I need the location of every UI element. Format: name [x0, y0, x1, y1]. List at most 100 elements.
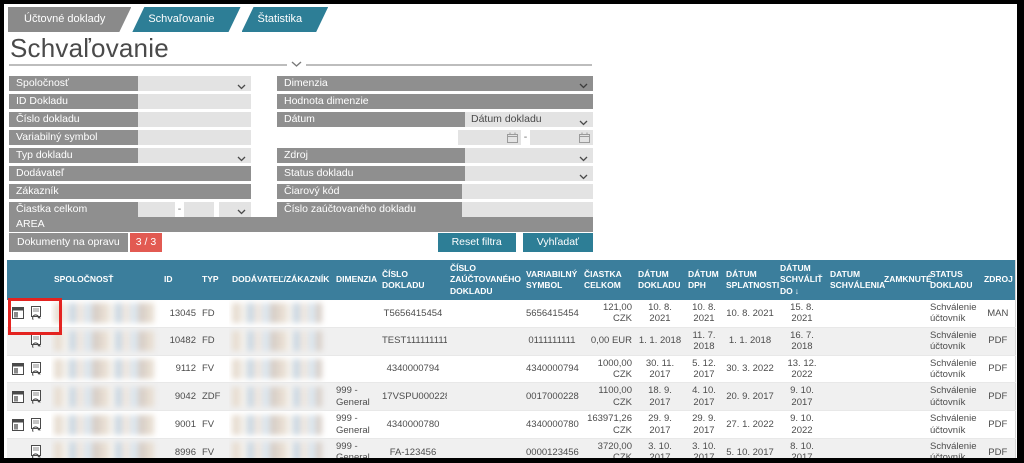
column-header-dimenzia[interactable]: DIMENZIA [333, 260, 379, 300]
cell-datum_schvalit_do: 15. 8. 2021 [777, 300, 827, 327]
company-redacted [54, 415, 154, 435]
cell-cislo_zauctovaneho_dokladu [447, 300, 523, 327]
cell-company [51, 411, 161, 439]
cell-datum_splatnosti: 20. 9. 2017 [723, 383, 777, 411]
column-header-typ[interactable]: TYP [199, 260, 229, 300]
cell-zamknute [881, 411, 927, 439]
typ-dokladu-select[interactable] [138, 148, 251, 163]
column-header-status_dokladu[interactable]: STATUS DOKLADU [927, 260, 981, 300]
calendar-icon[interactable] [507, 132, 518, 146]
cislo-zauctovaneho-input[interactable] [462, 202, 593, 217]
table-row[interactable]: 10482FDTEST11111111101111111110,00 EUR1.… [7, 327, 1015, 355]
reset-filtra-button[interactable]: Reset filtra [438, 233, 516, 252]
hodnota-dimenzie-bar[interactable]: Hodnota dimenzie [277, 94, 593, 109]
row-actions-cell [7, 438, 51, 463]
cell-company [51, 355, 161, 383]
ciastka-od-input[interactable] [138, 202, 175, 217]
row-actions-cell [7, 300, 51, 327]
variabilny-symbol-input[interactable] [138, 130, 251, 145]
ciarovy-kod-input[interactable] [462, 184, 593, 199]
column-header-id[interactable]: ID [161, 260, 199, 300]
form-icon[interactable] [11, 306, 25, 320]
column-header-datum_dokladu[interactable]: DÁTUM DOKLADU [635, 260, 685, 300]
ciastka-mena-select[interactable] [219, 202, 251, 217]
cell-dimenzia [333, 327, 379, 355]
dokumenty-na-opravu-button[interactable]: Dokumenty na opravu [9, 233, 128, 252]
form-icon[interactable] [11, 418, 25, 432]
chevron-down-icon [237, 152, 246, 163]
datum-typ-select[interactable]: Dátum dokladu [465, 112, 593, 127]
column-header-datum_dph[interactable]: DÁTUM DPH [685, 260, 723, 300]
column-label: ZAMKNUTÉ [884, 274, 932, 284]
status-dokladu-select[interactable] [465, 166, 593, 181]
cell-typ: FV [199, 411, 229, 439]
cell-datum_schvalenia [827, 411, 881, 439]
sort-descending-icon: ↓ [795, 286, 799, 296]
refresh-icon[interactable] [29, 306, 43, 320]
zakaznik-bar[interactable]: Zákazník [9, 184, 251, 199]
id-dokladu-input[interactable] [138, 94, 251, 109]
column-header-datum_schvalenia[interactable]: DATUM SCHVÁLENIA [827, 260, 881, 300]
table-row[interactable]: 9042ZDF999 - General17VSPU00022800170002… [7, 383, 1015, 411]
cell-datum_schvalit_do: 9. 10. 2017 [777, 383, 827, 411]
column-header-company[interactable]: SPOLOČNOSŤ [51, 260, 161, 300]
ciastka-do-input[interactable] [184, 202, 214, 217]
documents-table-wrap: SPOLOČNOSŤ IDTYPDODÁVATEĽ/ZÁKAZNÍKDIMENZI… [7, 260, 1015, 463]
cell-supplier [229, 411, 333, 439]
filter-column-right: Dimenzia Hodnota dimenzie Dátum Dátum do… [277, 76, 593, 220]
area-bar[interactable]: AREA [9, 217, 593, 232]
column-label: DÁTUM SCHVÁLIŤ DO [780, 263, 823, 295]
refresh-icon[interactable] [29, 445, 43, 459]
filter-label: Zdroj [277, 148, 465, 163]
supplier-redacted [232, 415, 322, 435]
tab-uctovne-doklady[interactable]: Účtovné doklady [8, 7, 131, 32]
filter-label: Dátum [277, 112, 465, 127]
chevron-down-icon [237, 80, 246, 91]
datum-do-input[interactable] [530, 130, 593, 145]
dodavatel-bar[interactable]: Dodávateľ [9, 166, 251, 181]
cell-supplier [229, 438, 333, 463]
column-header-supplier[interactable]: DODÁVATEĽ/ZÁKAZNÍK [229, 260, 333, 300]
filter-collapse-toggle[interactable] [287, 58, 306, 70]
table-row[interactable]: 9001FV999 - General434000078043400007801… [7, 411, 1015, 439]
refresh-icon[interactable] [29, 362, 43, 376]
column-label: SPOLOČNOSŤ [54, 274, 114, 284]
zdroj-select[interactable] [465, 148, 593, 163]
column-header-icons[interactable] [7, 260, 51, 300]
table-row[interactable]: 13045FDT56564154545656415454121,00 CZK10… [7, 300, 1015, 327]
vyhladat-button[interactable]: Vyhľadať [523, 233, 593, 252]
column-header-datum_splatnosti[interactable]: DÁTUM SPLATNOSTI [723, 260, 777, 300]
table-row[interactable]: 8996FV999 - GeneralFA-123456000012345637… [7, 438, 1015, 463]
column-header-zamknute[interactable]: ZAMKNUTÉ [881, 260, 927, 300]
cell-variabilny_symbol: 4340000794 [523, 355, 581, 383]
calendar-icon[interactable] [579, 132, 590, 146]
column-header-datum_schvalit_do[interactable]: DÁTUM SCHVÁLIŤ DO↓ [777, 260, 827, 300]
form-icon[interactable] [11, 362, 25, 376]
tab-schvalovanie[interactable]: Schvaľovanie [132, 7, 240, 32]
cell-zdroj: PDF [981, 327, 1015, 355]
tab-statistika[interactable]: Štatistika [242, 7, 329, 32]
datum-od-input[interactable] [458, 130, 521, 145]
dimenzia-select[interactable]: Dimenzia [277, 76, 593, 91]
form-icon[interactable] [11, 390, 25, 404]
chevron-down-icon [579, 170, 588, 181]
cell-datum_schvalit_do: 8. 10. 2017 [777, 438, 827, 463]
refresh-icon[interactable] [29, 334, 43, 348]
filter-panel: Spoločnosť ID Dokladu Číslo dokladu Vari… [9, 76, 593, 232]
chevron-down-icon [291, 61, 302, 68]
column-header-variabilny_symbol[interactable]: VARIABILNÝ SYMBOL [523, 260, 581, 300]
spolocnost-select[interactable] [138, 76, 251, 91]
chevron-down-icon [579, 152, 588, 163]
column-header-ciastka_celkom[interactable]: ČIASTKA CELKOM [581, 260, 635, 300]
column-header-zdroj[interactable]: ZDROJ [981, 260, 1015, 300]
cislo-dokladu-input[interactable] [138, 112, 251, 127]
refresh-icon[interactable] [29, 390, 43, 404]
cell-typ: FV [199, 438, 229, 463]
refresh-icon[interactable] [29, 418, 43, 432]
cell-company [51, 327, 161, 355]
range-separator: - [521, 130, 530, 145]
tab-bar: Účtovné doklady Schvaľovanie Štatistika [8, 7, 329, 32]
column-header-cislo_dokladu[interactable]: ČÍSLO DOKLADU [379, 260, 447, 300]
table-row[interactable]: 9112FV434000079443400007941000,00 CZK30.… [7, 355, 1015, 383]
column-header-cislo_zauctovaneho_dokladu[interactable]: ČÍSLO ZAÚČTOVANÉHO DOKLADU [447, 260, 523, 300]
